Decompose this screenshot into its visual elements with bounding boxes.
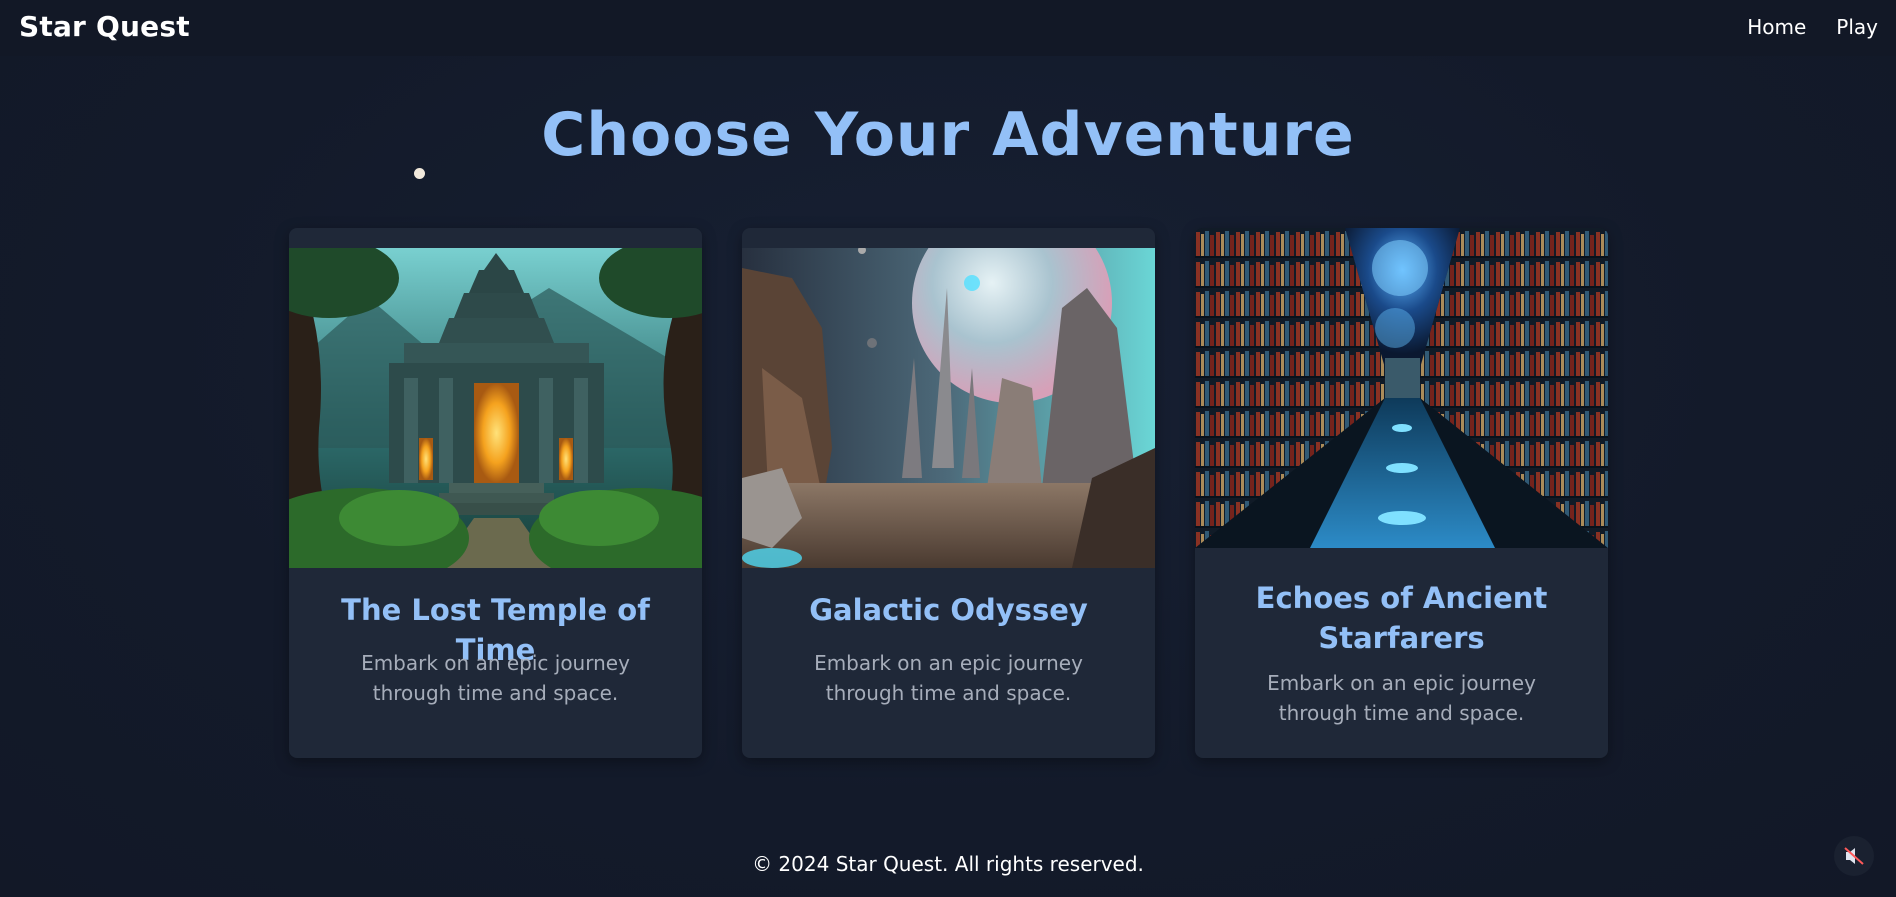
- card-description: Embark on an epic journey through time a…: [1267, 671, 1536, 725]
- card-title: Galactic Odyssey: [809, 593, 1088, 627]
- alien-planet-image: [742, 248, 1155, 568]
- nav-home-link[interactable]: Home: [1747, 15, 1806, 39]
- footer-copyright: © 2024 Star Quest. All rights reserved.: [752, 852, 1144, 876]
- page: Star Quest Home Play Choose Your Adventu…: [0, 0, 1896, 897]
- adventure-card-lost-temple[interactable]: The Lost Temple of Time Embark on an epi…: [289, 228, 702, 758]
- card-description: Embark on an epic journey through time a…: [361, 651, 630, 705]
- nav-play-link[interactable]: Play: [1836, 15, 1878, 39]
- mute-toggle-button[interactable]: [1834, 836, 1874, 876]
- adventure-card-ancient-starfarers[interactable]: Echoes of Ancient Starfarers Embark on a…: [1195, 228, 1608, 758]
- jungle-temple-image: [289, 248, 702, 568]
- navbar: Star Quest Home Play: [0, 0, 1896, 56]
- nav-links: Home Play: [1747, 15, 1878, 39]
- card-description: Embark on an epic journey through time a…: [814, 651, 1083, 705]
- adventure-card-galactic-odyssey[interactable]: Galactic Odyssey Embark on an epic journ…: [742, 228, 1155, 758]
- card-title: Echoes of Ancient Starfarers: [1255, 581, 1548, 655]
- muted-speaker-icon: [1844, 847, 1864, 865]
- cosmic-library-image: [1195, 228, 1608, 548]
- page-title: Choose Your Adventure: [541, 100, 1355, 170]
- brand-logo[interactable]: Star Quest: [19, 10, 190, 43]
